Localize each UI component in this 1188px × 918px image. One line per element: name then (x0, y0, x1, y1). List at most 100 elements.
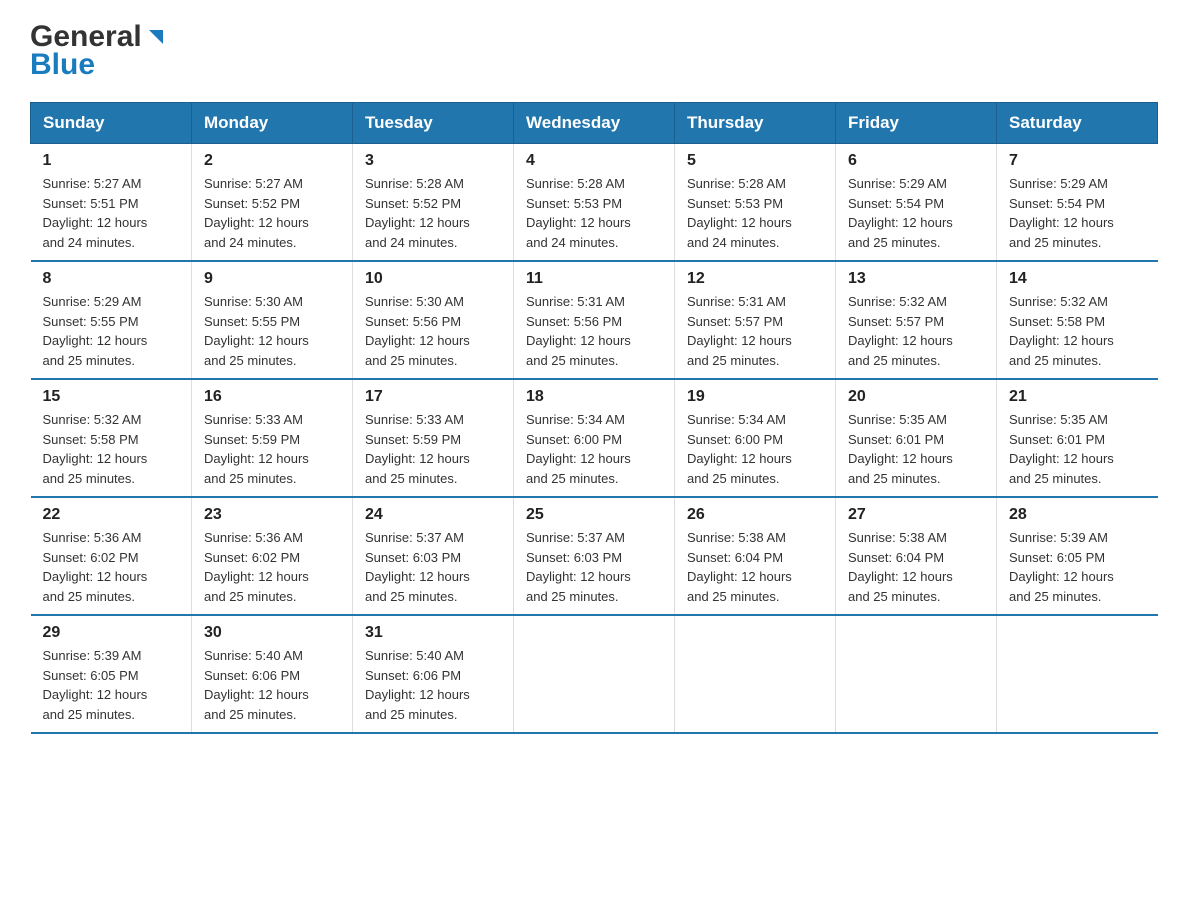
calendar-cell (514, 615, 675, 733)
day-number: 26 (687, 506, 823, 524)
calendar-week-2: 8 Sunrise: 5:29 AM Sunset: 5:55 PM Dayli… (31, 261, 1158, 379)
day-number: 31 (365, 624, 501, 642)
calendar-cell: 17 Sunrise: 5:33 AM Sunset: 5:59 PM Dayl… (353, 379, 514, 497)
header-saturday: Saturday (997, 103, 1158, 144)
calendar-cell: 1 Sunrise: 5:27 AM Sunset: 5:51 PM Dayli… (31, 144, 192, 262)
calendar-cell: 20 Sunrise: 5:35 AM Sunset: 6:01 PM Dayl… (836, 379, 997, 497)
day-number: 19 (687, 388, 823, 406)
day-info: Sunrise: 5:35 AM Sunset: 6:01 PM Dayligh… (848, 410, 984, 488)
logo-arrow-icon (145, 26, 167, 53)
day-number: 4 (526, 152, 662, 170)
day-info: Sunrise: 5:33 AM Sunset: 5:59 PM Dayligh… (365, 410, 501, 488)
calendar-cell: 3 Sunrise: 5:28 AM Sunset: 5:52 PM Dayli… (353, 144, 514, 262)
calendar-cell: 27 Sunrise: 5:38 AM Sunset: 6:04 PM Dayl… (836, 497, 997, 615)
day-info: Sunrise: 5:29 AM Sunset: 5:54 PM Dayligh… (848, 174, 984, 252)
day-number: 16 (204, 388, 340, 406)
day-info: Sunrise: 5:34 AM Sunset: 6:00 PM Dayligh… (526, 410, 662, 488)
day-number: 21 (1009, 388, 1146, 406)
day-info: Sunrise: 5:29 AM Sunset: 5:54 PM Dayligh… (1009, 174, 1146, 252)
calendar-cell: 9 Sunrise: 5:30 AM Sunset: 5:55 PM Dayli… (192, 261, 353, 379)
calendar-cell: 8 Sunrise: 5:29 AM Sunset: 5:55 PM Dayli… (31, 261, 192, 379)
day-info: Sunrise: 5:30 AM Sunset: 5:55 PM Dayligh… (204, 292, 340, 370)
day-info: Sunrise: 5:30 AM Sunset: 5:56 PM Dayligh… (365, 292, 501, 370)
calendar-cell: 11 Sunrise: 5:31 AM Sunset: 5:56 PM Dayl… (514, 261, 675, 379)
day-number: 1 (43, 152, 180, 170)
day-number: 5 (687, 152, 823, 170)
calendar-cell: 26 Sunrise: 5:38 AM Sunset: 6:04 PM Dayl… (675, 497, 836, 615)
header-sunday: Sunday (31, 103, 192, 144)
calendar-cell: 5 Sunrise: 5:28 AM Sunset: 5:53 PM Dayli… (675, 144, 836, 262)
day-info: Sunrise: 5:31 AM Sunset: 5:57 PM Dayligh… (687, 292, 823, 370)
calendar-cell: 18 Sunrise: 5:34 AM Sunset: 6:00 PM Dayl… (514, 379, 675, 497)
day-number: 23 (204, 506, 340, 524)
calendar-cell: 30 Sunrise: 5:40 AM Sunset: 6:06 PM Dayl… (192, 615, 353, 733)
header-wednesday: Wednesday (514, 103, 675, 144)
day-number: 28 (1009, 506, 1146, 524)
day-number: 20 (848, 388, 984, 406)
logo: General Blue (30, 20, 167, 82)
day-number: 14 (1009, 270, 1146, 288)
calendar-cell: 31 Sunrise: 5:40 AM Sunset: 6:06 PM Dayl… (353, 615, 514, 733)
day-info: Sunrise: 5:34 AM Sunset: 6:00 PM Dayligh… (687, 410, 823, 488)
day-info: Sunrise: 5:39 AM Sunset: 6:05 PM Dayligh… (43, 646, 180, 724)
calendar-cell: 19 Sunrise: 5:34 AM Sunset: 6:00 PM Dayl… (675, 379, 836, 497)
calendar-cell: 7 Sunrise: 5:29 AM Sunset: 5:54 PM Dayli… (997, 144, 1158, 262)
day-number: 25 (526, 506, 662, 524)
day-info: Sunrise: 5:38 AM Sunset: 6:04 PM Dayligh… (687, 528, 823, 606)
calendar-cell: 22 Sunrise: 5:36 AM Sunset: 6:02 PM Dayl… (31, 497, 192, 615)
day-info: Sunrise: 5:36 AM Sunset: 6:02 PM Dayligh… (43, 528, 180, 606)
calendar-cell: 4 Sunrise: 5:28 AM Sunset: 5:53 PM Dayli… (514, 144, 675, 262)
day-info: Sunrise: 5:31 AM Sunset: 5:56 PM Dayligh… (526, 292, 662, 370)
day-info: Sunrise: 5:32 AM Sunset: 5:58 PM Dayligh… (1009, 292, 1146, 370)
day-number: 11 (526, 270, 662, 288)
day-info: Sunrise: 5:28 AM Sunset: 5:53 PM Dayligh… (526, 174, 662, 252)
calendar-cell: 23 Sunrise: 5:36 AM Sunset: 6:02 PM Dayl… (192, 497, 353, 615)
calendar-week-3: 15 Sunrise: 5:32 AM Sunset: 5:58 PM Dayl… (31, 379, 1158, 497)
day-info: Sunrise: 5:32 AM Sunset: 5:58 PM Dayligh… (43, 410, 180, 488)
header-friday: Friday (836, 103, 997, 144)
day-number: 29 (43, 624, 180, 642)
header-tuesday: Tuesday (353, 103, 514, 144)
day-info: Sunrise: 5:27 AM Sunset: 5:51 PM Dayligh… (43, 174, 180, 252)
calendar-cell: 15 Sunrise: 5:32 AM Sunset: 5:58 PM Dayl… (31, 379, 192, 497)
header-monday: Monday (192, 103, 353, 144)
day-info: Sunrise: 5:33 AM Sunset: 5:59 PM Dayligh… (204, 410, 340, 488)
calendar-cell: 13 Sunrise: 5:32 AM Sunset: 5:57 PM Dayl… (836, 261, 997, 379)
calendar-cell: 29 Sunrise: 5:39 AM Sunset: 6:05 PM Dayl… (31, 615, 192, 733)
day-number: 17 (365, 388, 501, 406)
calendar-cell: 28 Sunrise: 5:39 AM Sunset: 6:05 PM Dayl… (997, 497, 1158, 615)
day-info: Sunrise: 5:40 AM Sunset: 6:06 PM Dayligh… (365, 646, 501, 724)
calendar-cell: 10 Sunrise: 5:30 AM Sunset: 5:56 PM Dayl… (353, 261, 514, 379)
day-number: 15 (43, 388, 180, 406)
day-number: 24 (365, 506, 501, 524)
day-info: Sunrise: 5:37 AM Sunset: 6:03 PM Dayligh… (365, 528, 501, 606)
calendar-table: SundayMondayTuesdayWednesdayThursdayFrid… (30, 102, 1158, 734)
day-info: Sunrise: 5:28 AM Sunset: 5:53 PM Dayligh… (687, 174, 823, 252)
day-number: 2 (204, 152, 340, 170)
page-header: General Blue (30, 20, 1158, 82)
day-number: 12 (687, 270, 823, 288)
calendar-week-4: 22 Sunrise: 5:36 AM Sunset: 6:02 PM Dayl… (31, 497, 1158, 615)
calendar-cell: 12 Sunrise: 5:31 AM Sunset: 5:57 PM Dayl… (675, 261, 836, 379)
day-info: Sunrise: 5:29 AM Sunset: 5:55 PM Dayligh… (43, 292, 180, 370)
header-thursday: Thursday (675, 103, 836, 144)
day-number: 13 (848, 270, 984, 288)
calendar-header-row: SundayMondayTuesdayWednesdayThursdayFrid… (31, 103, 1158, 144)
day-info: Sunrise: 5:39 AM Sunset: 6:05 PM Dayligh… (1009, 528, 1146, 606)
calendar-cell: 16 Sunrise: 5:33 AM Sunset: 5:59 PM Dayl… (192, 379, 353, 497)
calendar-cell: 2 Sunrise: 5:27 AM Sunset: 5:52 PM Dayli… (192, 144, 353, 262)
calendar-cell (675, 615, 836, 733)
day-number: 27 (848, 506, 984, 524)
calendar-cell (836, 615, 997, 733)
calendar-cell: 25 Sunrise: 5:37 AM Sunset: 6:03 PM Dayl… (514, 497, 675, 615)
day-info: Sunrise: 5:37 AM Sunset: 6:03 PM Dayligh… (526, 528, 662, 606)
day-number: 30 (204, 624, 340, 642)
day-info: Sunrise: 5:28 AM Sunset: 5:52 PM Dayligh… (365, 174, 501, 252)
day-number: 10 (365, 270, 501, 288)
day-info: Sunrise: 5:27 AM Sunset: 5:52 PM Dayligh… (204, 174, 340, 252)
day-info: Sunrise: 5:38 AM Sunset: 6:04 PM Dayligh… (848, 528, 984, 606)
day-number: 7 (1009, 152, 1146, 170)
day-info: Sunrise: 5:36 AM Sunset: 6:02 PM Dayligh… (204, 528, 340, 606)
calendar-cell: 6 Sunrise: 5:29 AM Sunset: 5:54 PM Dayli… (836, 144, 997, 262)
day-number: 18 (526, 388, 662, 406)
